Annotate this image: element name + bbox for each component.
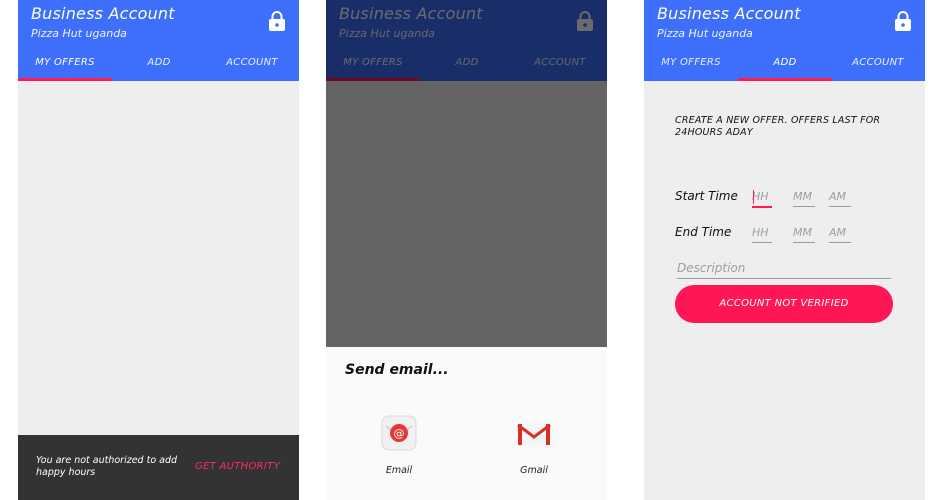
- share-option-label: Email: [385, 465, 413, 476]
- share-sheet: Send email... @ Email Gmail: [326, 347, 607, 500]
- screen-my-offers: Business Account Pizza Hut uganda MY OFF…: [18, 0, 299, 500]
- share-option-email[interactable]: @ Email: [369, 415, 429, 476]
- tab-add[interactable]: ADD: [112, 49, 206, 81]
- start-hour-placeholder: HH: [752, 190, 769, 203]
- end-time-label: End Time: [675, 225, 732, 239]
- start-minute-input[interactable]: MM: [793, 188, 815, 207]
- share-option-label: Gmail: [520, 465, 548, 476]
- svg-text:@: @: [394, 427, 405, 440]
- snackbar: You are not authorized to add happy hour…: [18, 435, 299, 500]
- gmail-icon: [517, 423, 551, 445]
- business-name: Pizza Hut uganda: [657, 27, 753, 40]
- end-hour-input[interactable]: HH: [752, 224, 772, 243]
- tab-add[interactable]: ADD: [738, 49, 832, 81]
- screen-send-email: Business Account Pizza Hut uganda MY OFF…: [326, 0, 607, 500]
- tab-my-offers[interactable]: MY OFFERS: [644, 49, 738, 81]
- description-input[interactable]: Description: [677, 258, 891, 279]
- start-ampm-select[interactable]: AM: [829, 188, 851, 207]
- account-not-verified-button[interactable]: ACCOUNT NOT VERIFIED: [675, 285, 893, 323]
- app-title: Business Account: [657, 4, 801, 23]
- text-cursor: [753, 190, 754, 204]
- app-bar: Business Account Pizza Hut uganda MY OFF…: [644, 0, 925, 81]
- get-authority-button[interactable]: GET AUTHORITY: [195, 461, 280, 472]
- tab-account[interactable]: ACCOUNT: [205, 49, 299, 81]
- business-name: Pizza Hut uganda: [31, 27, 127, 40]
- end-ampm-select[interactable]: AM: [829, 224, 851, 243]
- offer-instructions: CREATE A NEW OFFER. OFFERS LAST FOR 24HO…: [675, 115, 881, 138]
- share-option-gmail[interactable]: Gmail: [504, 415, 564, 476]
- email-app-icon: @: [381, 415, 417, 451]
- snackbar-message: You are not authorized to add happy hour…: [36, 455, 178, 478]
- app-title: Business Account: [31, 4, 175, 23]
- lock-icon[interactable]: [894, 10, 912, 32]
- screen-add-offer: Business Account Pizza Hut uganda MY OFF…: [644, 0, 925, 500]
- start-hour-input[interactable]: HH: [752, 188, 772, 208]
- end-minute-input[interactable]: MM: [793, 224, 815, 243]
- tab-account[interactable]: ACCOUNT: [831, 49, 925, 81]
- lock-icon[interactable]: [268, 10, 286, 32]
- tab-my-offers[interactable]: MY OFFERS: [18, 49, 112, 81]
- app-bar: Business Account Pizza Hut uganda MY OFF…: [18, 0, 299, 81]
- start-time-label: Start Time: [675, 189, 738, 203]
- share-sheet-title: Send email...: [345, 362, 449, 378]
